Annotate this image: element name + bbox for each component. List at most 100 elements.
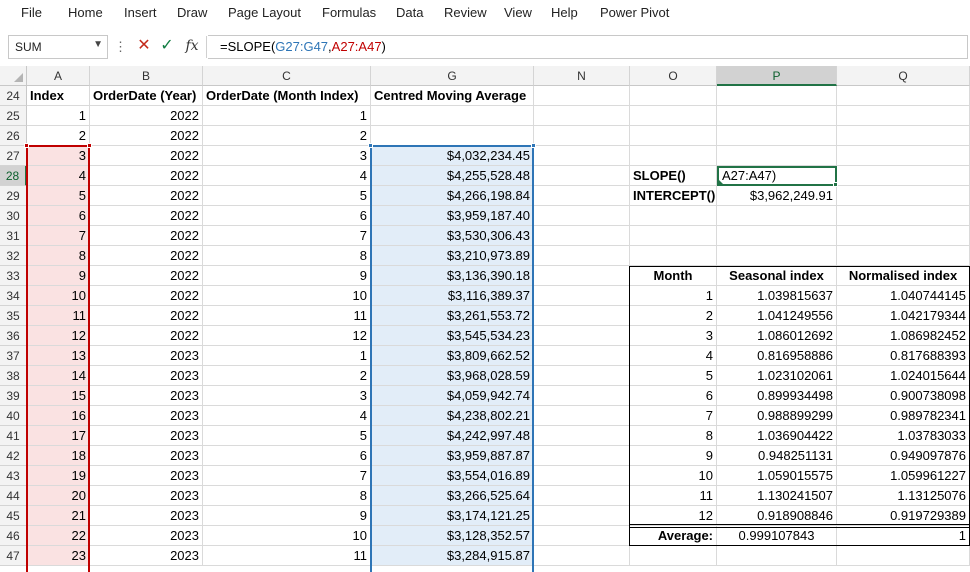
- seasonal-cell-q41[interactable]: 1.03783033: [837, 426, 970, 446]
- cell-g43-value[interactable]: $3,554,016.89: [371, 466, 534, 486]
- seasonal-cell-q44[interactable]: 1.13125076: [837, 486, 970, 506]
- column-header-o[interactable]: O: [630, 66, 717, 86]
- cell-n43[interactable]: [534, 466, 630, 486]
- menu-help[interactable]: Help: [551, 4, 578, 22]
- cell-q47[interactable]: [837, 546, 970, 566]
- cell-a40-value[interactable]: 16: [27, 406, 90, 426]
- more-options-icon[interactable]: ⋮: [114, 39, 127, 55]
- column-header-n[interactable]: N: [534, 66, 630, 86]
- cell-b27-value[interactable]: 2022: [90, 146, 203, 166]
- range-a-handle-right[interactable]: [87, 143, 92, 148]
- menu-insert[interactable]: Insert: [124, 4, 157, 22]
- seasonal-cell-o36[interactable]: 3: [630, 326, 717, 346]
- header-g[interactable]: Centred Moving Average: [371, 86, 534, 106]
- cancel-icon[interactable]: ✕: [133, 36, 155, 56]
- cell-b40-value[interactable]: 2023: [90, 406, 203, 426]
- seasonal-cell-q35[interactable]: 1.042179344: [837, 306, 970, 326]
- cell-n25[interactable]: [534, 106, 630, 126]
- cell-b43-value[interactable]: 2023: [90, 466, 203, 486]
- cell-b30-value[interactable]: 2022: [90, 206, 203, 226]
- cell-n24[interactable]: [534, 86, 630, 106]
- cell-c43-value[interactable]: 7: [203, 466, 371, 486]
- row-header-27[interactable]: 27: [0, 146, 27, 166]
- cell-g25-value[interactable]: [371, 106, 534, 126]
- average-normalised-value[interactable]: 1: [837, 526, 970, 546]
- cell-n28[interactable]: [534, 166, 630, 186]
- row-header-45[interactable]: 45: [0, 506, 27, 526]
- cell-b37-value[interactable]: 2023: [90, 346, 203, 366]
- column-header-c[interactable]: C: [203, 66, 371, 86]
- formula-input[interactable]: =SLOPE(G27:G47,A27:A47): [208, 35, 968, 59]
- seasonal-cell-q34[interactable]: 1.040744145: [837, 286, 970, 306]
- cell-g38-value[interactable]: $3,968,028.59: [371, 366, 534, 386]
- cell-p25[interactable]: [717, 106, 837, 126]
- seasonal-cell-p38[interactable]: 1.023102061: [717, 366, 837, 386]
- cell-n45[interactable]: [534, 506, 630, 526]
- menu-file[interactable]: File: [21, 4, 42, 22]
- cell-g34-value[interactable]: $3,116,389.37: [371, 286, 534, 306]
- cell-a31-value[interactable]: 7: [27, 226, 90, 246]
- cell-n30[interactable]: [534, 206, 630, 226]
- cell-p24[interactable]: [717, 86, 837, 106]
- cell-g32-value[interactable]: $3,210,973.89: [371, 246, 534, 266]
- intercept-value[interactable]: $3,962,249.91: [717, 186, 837, 206]
- seasonal-cell-p44[interactable]: 1.130241507: [717, 486, 837, 506]
- column-header-g[interactable]: G: [371, 66, 534, 86]
- seasonal-cell-p36[interactable]: 1.086012692: [717, 326, 837, 346]
- column-header-a[interactable]: A: [27, 66, 90, 86]
- column-header-b[interactable]: B: [90, 66, 203, 86]
- row-header-25[interactable]: 25: [0, 106, 27, 126]
- fill-handle[interactable]: [833, 182, 838, 187]
- average-seasonal-value[interactable]: 0.999107843: [717, 526, 837, 546]
- seasonal-cell-p35[interactable]: 1.041249556: [717, 306, 837, 326]
- range-a-handle-left[interactable]: [24, 143, 29, 148]
- seasonal-cell-p41[interactable]: 1.036904422: [717, 426, 837, 446]
- cell-q24[interactable]: [837, 86, 970, 106]
- seasonal-cell-p42[interactable]: 0.948251131: [717, 446, 837, 466]
- seasonal-cell-o39[interactable]: 6: [630, 386, 717, 406]
- cell-a26-value[interactable]: 2: [27, 126, 90, 146]
- seasonal-cell-o35[interactable]: 2: [630, 306, 717, 326]
- cell-n29[interactable]: [534, 186, 630, 206]
- cell-b38-value[interactable]: 2023: [90, 366, 203, 386]
- cell-q27[interactable]: [837, 146, 970, 166]
- cell-a27-value[interactable]: 3: [27, 146, 90, 166]
- cell-g41-value[interactable]: $4,242,997.48: [371, 426, 534, 446]
- cell-g36-value[interactable]: $3,545,534.23: [371, 326, 534, 346]
- cell-q32[interactable]: [837, 246, 970, 266]
- row-header-39[interactable]: 39: [0, 386, 27, 406]
- row-header-29[interactable]: 29: [0, 186, 27, 206]
- cell-n34[interactable]: [534, 286, 630, 306]
- cell-n37[interactable]: [534, 346, 630, 366]
- cell-a42-value[interactable]: 18: [27, 446, 90, 466]
- cell-c45-value[interactable]: 9: [203, 506, 371, 526]
- cell-c42-value[interactable]: 6: [203, 446, 371, 466]
- cell-g30-value[interactable]: $3,959,187.40: [371, 206, 534, 226]
- cell-c36-value[interactable]: 12: [203, 326, 371, 346]
- cell-n41[interactable]: [534, 426, 630, 446]
- cell-b39-value[interactable]: 2023: [90, 386, 203, 406]
- cell-a28-value[interactable]: 4: [27, 166, 90, 186]
- cell-n42[interactable]: [534, 446, 630, 466]
- cell-q29[interactable]: [837, 186, 970, 206]
- cell-c34-value[interactable]: 10: [203, 286, 371, 306]
- cell-q31[interactable]: [837, 226, 970, 246]
- cell-n33[interactable]: [534, 266, 630, 286]
- cell-a41-value[interactable]: 17: [27, 426, 90, 446]
- seasonal-cell-q40[interactable]: 0.989782341: [837, 406, 970, 426]
- cell-g26-value[interactable]: [371, 126, 534, 146]
- cell-b42-value[interactable]: 2023: [90, 446, 203, 466]
- seasonal-cell-q42[interactable]: 0.949097876: [837, 446, 970, 466]
- cell-b46-value[interactable]: 2023: [90, 526, 203, 546]
- seasonal-cell-o40[interactable]: 7: [630, 406, 717, 426]
- cell-g39-value[interactable]: $4,059,942.74: [371, 386, 534, 406]
- row-header-31[interactable]: 31: [0, 226, 27, 246]
- cell-b33-value[interactable]: 2022: [90, 266, 203, 286]
- cell-c37-value[interactable]: 1: [203, 346, 371, 366]
- cell-c47-value[interactable]: 11: [203, 546, 371, 566]
- cell-a44-value[interactable]: 20: [27, 486, 90, 506]
- cell-b36-value[interactable]: 2022: [90, 326, 203, 346]
- cell-c44-value[interactable]: 8: [203, 486, 371, 506]
- cell-c38-value[interactable]: 2: [203, 366, 371, 386]
- header-b[interactable]: OrderDate (Year): [90, 86, 203, 106]
